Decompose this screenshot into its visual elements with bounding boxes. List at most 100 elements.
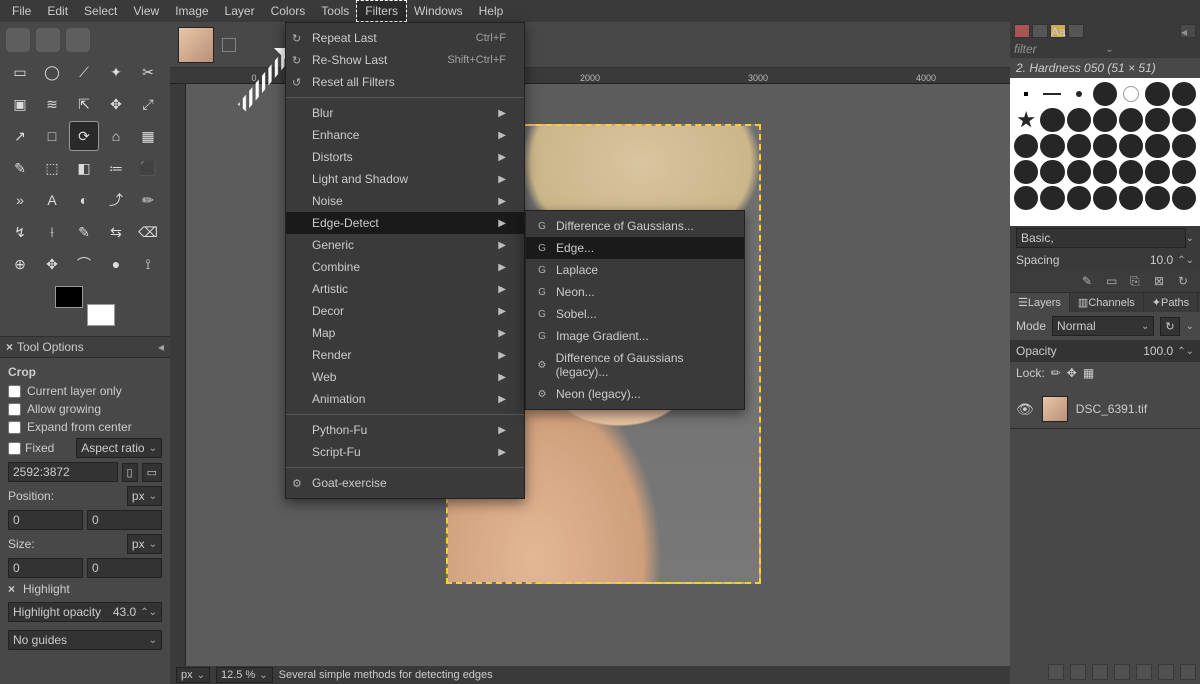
size-h[interactable] <box>87 558 162 578</box>
size-w[interactable] <box>8 558 83 578</box>
aspect-value[interactable] <box>8 462 118 482</box>
filter-caret-icon[interactable]: ⌄ <box>1105 44 1196 55</box>
menu-layer[interactable]: Layer <box>217 1 263 21</box>
tool-12[interactable]: ⟳ <box>70 122 98 150</box>
menu-filters[interactable]: Filters <box>357 1 406 21</box>
filters-group-render[interactable]: Render▶ <box>286 344 524 366</box>
menu-edit[interactable]: Edit <box>39 1 76 21</box>
tool-0[interactable]: ▭ <box>6 58 34 86</box>
highlight-opacity-slider[interactable]: Highlight opacity43.0⌃⌄ <box>8 602 162 622</box>
layer-row[interactable]: 👁 DSC_6391.tif <box>1010 390 1200 428</box>
tool-21[interactable]: A <box>38 186 66 214</box>
filters-group-animation[interactable]: Animation▶ <box>286 388 524 410</box>
tool-3[interactable]: ✦ <box>102 58 130 86</box>
tab-layers[interactable]: ☰Layers <box>1010 293 1070 312</box>
color-swatches[interactable] <box>55 286 115 326</box>
mode-reset-icon[interactable]: ↻ <box>1160 317 1179 336</box>
panel-menu-icon[interactable]: ◂ <box>158 340 164 354</box>
size-unit[interactable]: px⌄ <box>127 534 162 554</box>
image-thumbnail[interactable] <box>178 27 214 63</box>
close-icon[interactable]: × <box>6 340 13 354</box>
lock-alpha-icon[interactable]: ▦ <box>1083 366 1094 380</box>
menu-select[interactable]: Select <box>76 1 125 21</box>
menu-windows[interactable]: Windows <box>406 1 471 21</box>
filters-extra-0[interactable]: ⚙Goat-exercise <box>286 472 524 494</box>
landscape-icon[interactable]: ▭ <box>142 463 162 482</box>
tool-34[interactable]: ⟟ <box>134 250 162 278</box>
filters-group-artistic[interactable]: Artistic▶ <box>286 278 524 300</box>
visibility-icon[interactable]: 👁 <box>1016 401 1034 418</box>
filters-group-edge-detect[interactable]: Edge-Detect▶ <box>286 212 524 234</box>
spacing-value[interactable]: 10.0 <box>1150 253 1173 267</box>
filters-group-generic[interactable]: Generic▶ <box>286 234 524 256</box>
lock-pixels-icon[interactable]: ✏ <box>1051 366 1061 380</box>
layer-actions[interactable] <box>1048 664 1196 680</box>
fg-color[interactable] <box>55 286 83 308</box>
tool-32[interactable]: ⌒ <box>70 250 98 278</box>
filters-top-1[interactable]: ↻Re-Show LastShift+Ctrl+F <box>286 49 524 71</box>
edge-item-difference-of-gaussians-[interactable]: GDifference of Gaussians... <box>526 215 744 237</box>
filters-top-2[interactable]: ↺Reset all Filters <box>286 71 524 93</box>
edge-item-image-gradient-[interactable]: GImage Gradient... <box>526 325 744 347</box>
mode-dropdown[interactable]: Normal⌄ <box>1052 316 1154 336</box>
aspect-dropdown[interactable]: Aspect ratio⌄ <box>76 438 162 458</box>
guides-dropdown[interactable]: No guides⌄ <box>8 630 162 650</box>
tool-28[interactable]: ⇆ <box>102 218 130 246</box>
tool-5[interactable]: ▣ <box>6 90 34 118</box>
tool-11[interactable]: □ <box>38 122 66 150</box>
filters-script-1[interactable]: Script-Fu▶ <box>286 441 524 463</box>
opt-allow-growing[interactable]: Allow growing <box>8 400 162 418</box>
fixed-checkbox[interactable] <box>8 442 21 455</box>
edge-item-difference-of-gaussians-legacy-[interactable]: ⚙Difference of Gaussians (legacy)... <box>526 347 744 383</box>
opacity-slider[interactable]: Opacity100.0⌃⌄ <box>1010 340 1200 362</box>
tool-33[interactable]: ● <box>102 250 130 278</box>
filters-group-map[interactable]: Map▶ <box>286 322 524 344</box>
filters-group-distorts[interactable]: Distorts▶ <box>286 146 524 168</box>
filters-group-combine[interactable]: Combine▶ <box>286 256 524 278</box>
pos-x[interactable] <box>8 510 83 530</box>
tool-22[interactable]: ◐ <box>70 186 98 214</box>
menu-colors[interactable]: Colors <box>263 1 314 21</box>
tool-6[interactable]: ≋ <box>38 90 66 118</box>
brush-category[interactable]: Basic, <box>1016 228 1186 248</box>
edge-item-sobel-[interactable]: GSobel... <box>526 303 744 325</box>
brush-dock-tabs[interactable]: Aa◂ <box>1010 22 1200 40</box>
filters-group-noise[interactable]: Noise▶ <box>286 190 524 212</box>
tool-8[interactable]: ✥ <box>102 90 130 118</box>
filters-group-web[interactable]: Web▶ <box>286 366 524 388</box>
filters-group-blur[interactable]: Blur▶ <box>286 102 524 124</box>
tool-29[interactable]: ⌫ <box>134 218 162 246</box>
tab-paths[interactable]: ✦Paths <box>1144 293 1198 312</box>
tool-18[interactable]: ≔ <box>102 154 130 182</box>
opt-current-layer[interactable]: Current layer only <box>8 382 162 400</box>
tool-7[interactable]: ⇱ <box>70 90 98 118</box>
tool-27[interactable]: ✎ <box>70 218 98 246</box>
edge-item-edge-[interactable]: GEdge... <box>526 237 744 259</box>
tool-30[interactable]: ⊕ <box>6 250 34 278</box>
tool-17[interactable]: ◧ <box>70 154 98 182</box>
portrait-icon[interactable]: ▯ <box>122 463 138 482</box>
tool-24[interactable]: ✏ <box>134 186 162 214</box>
tool-15[interactable]: ✎ <box>6 154 34 182</box>
edge-item-neon-legacy-[interactable]: ⚙Neon (legacy)... <box>526 383 744 405</box>
zoom-dropdown[interactable]: 12.5 %⌄ <box>216 667 273 683</box>
menu-help[interactable]: Help <box>471 1 512 21</box>
filters-group-enhance[interactable]: Enhance▶ <box>286 124 524 146</box>
brush-filter[interactable]: filter <box>1014 42 1105 56</box>
tool-19[interactable]: ⬛ <box>134 154 162 182</box>
filters-script-0[interactable]: Python-Fu▶ <box>286 419 524 441</box>
menu-file[interactable]: File <box>4 1 39 21</box>
opt-expand-center[interactable]: Expand from center <box>8 418 162 436</box>
brush-grid[interactable] <box>1010 78 1200 226</box>
tool-16[interactable]: ⬚ <box>38 154 66 182</box>
edge-item-laplace[interactable]: GLaplace <box>526 259 744 281</box>
tool-9[interactable]: ⤢ <box>134 90 162 118</box>
pos-unit[interactable]: px⌄ <box>127 486 162 506</box>
tool-10[interactable]: ↗ <box>6 122 34 150</box>
close-image-icon[interactable] <box>222 38 236 52</box>
layer-name[interactable]: DSC_6391.tif <box>1076 402 1147 416</box>
tool-1[interactable]: ◯ <box>38 58 66 86</box>
tool-2[interactable]: ⟋ <box>70 58 98 86</box>
edge-item-neon-[interactable]: GNeon... <box>526 281 744 303</box>
tool-14[interactable]: ▦ <box>134 122 162 150</box>
